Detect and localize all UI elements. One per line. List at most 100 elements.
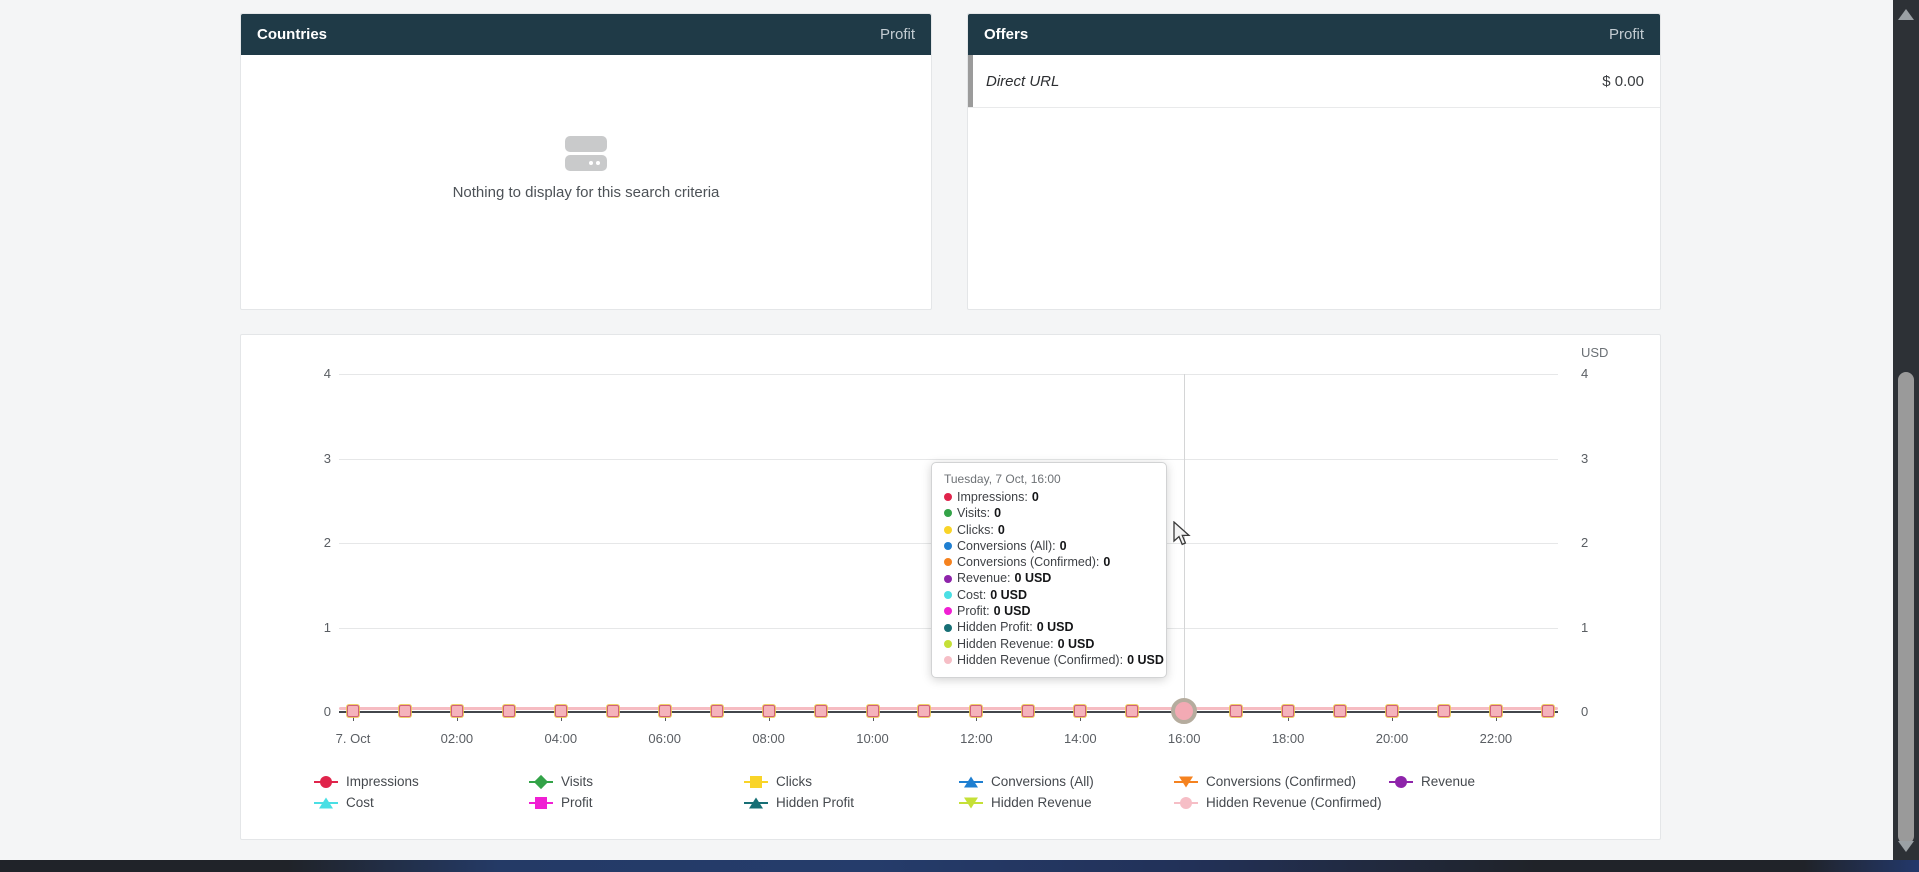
tooltip-metric-label: Revenue: [957,570,1011,586]
legend-item-profit[interactable]: Profit [529,795,744,810]
data-point-marker[interactable] [970,705,982,717]
data-point-marker[interactable] [918,705,930,717]
x-axis-label: 7. Oct [336,731,371,746]
legend-label: Revenue [1421,774,1475,789]
scrollbar-thumb[interactable] [1898,372,1914,844]
y-axis-label-left: 1 [297,620,331,635]
empty-data-icon [565,136,607,171]
x-axis-line [339,711,1558,713]
scroll-down-arrow-icon[interactable] [1898,841,1914,852]
right-axis-title: USD [1581,345,1608,360]
x-axis-label: 22:00 [1480,731,1513,746]
data-point-marker[interactable] [1490,705,1502,717]
y-axis-label-left: 0 [297,704,331,719]
x-axis-label: 14:00 [1064,731,1097,746]
triangle-down-marker-icon [1179,776,1193,787]
data-point-marker[interactable] [1542,705,1554,717]
hovered-point-marker[interactable] [1171,698,1197,724]
data-point-marker[interactable] [1074,705,1086,717]
tooltip-metric-label: Hidden Revenue: [957,636,1054,652]
legend-item-hidden-revenue-confirmed[interactable]: Hidden Revenue (Confirmed) [1174,795,1389,810]
data-point-marker[interactable] [399,705,411,717]
legend-label: Conversions (Confirmed) [1206,774,1356,789]
tooltip-header: Tuesday, 7 Oct, 16:00 [944,471,1154,488]
tooltip-metric-row: Hidden Revenue:0 USD [944,636,1154,652]
data-point-marker[interactable] [555,705,567,717]
x-axis-label: 16:00 [1168,731,1201,746]
series-bullet-icon [944,558,952,566]
legend-label: Conversions (All) [991,774,1094,789]
data-point-marker[interactable] [607,705,619,717]
data-point-marker[interactable] [763,705,775,717]
offers-row-direct-url[interactable]: Direct URL $ 0.00 [968,55,1660,108]
data-point-marker[interactable] [711,705,723,717]
y-gridline [339,374,1558,375]
bottom-taskbar-edge [0,860,1919,872]
tooltip-metric-value: 0 [1103,554,1110,570]
data-point-marker[interactable] [1230,705,1242,717]
legend-item-conversions-all[interactable]: Conversions (All) [959,774,1174,789]
x-axis-label: 18:00 [1272,731,1305,746]
triangle-up-marker-icon [964,776,978,787]
data-point-marker[interactable] [347,705,359,717]
stats-chart-panel: USD 44332211007. Oct02:0004:0006:0008:00… [240,334,1661,840]
data-point-marker[interactable] [1022,705,1034,717]
legend-item-visits[interactable]: Visits [529,774,744,789]
vertical-scrollbar[interactable] [1893,0,1919,860]
series-bullet-icon [944,509,952,517]
series-bullet-icon [944,575,952,583]
tooltip-metric-row: Conversions (Confirmed):0 [944,554,1154,570]
x-axis-label: 20:00 [1376,731,1409,746]
scroll-up-arrow-icon[interactable] [1898,9,1914,20]
legend-label: Impressions [346,774,419,789]
circle-marker-icon [1180,797,1192,809]
legend-item-hidden-revenue[interactable]: Hidden Revenue [959,795,1174,810]
chart-legend: Impressions Visits Clicks Conversions (All)… [314,771,1604,813]
data-point-marker[interactable] [867,705,879,717]
row-accent-bar [968,55,973,107]
legend-label: Hidden Revenue [991,795,1092,810]
tooltip-metric-label: Impressions: [957,489,1028,505]
countries-metric-column: Profit [880,26,915,43]
y-axis-label-left: 3 [297,451,331,466]
x-axis-label: 06:00 [648,731,681,746]
data-point-marker[interactable] [503,705,515,717]
data-point-marker[interactable] [815,705,827,717]
tooltip-metric-label: Conversions (All): [957,538,1056,554]
legend-item-cost[interactable]: Cost [314,795,529,810]
triangle-up-marker-icon [319,797,333,808]
legend-item-clicks[interactable]: Clicks [744,774,959,789]
tooltip-metric-label: Conversions (Confirmed): [957,554,1099,570]
countries-panel-header: Countries Profit [241,14,931,55]
legend-marker [1389,775,1413,789]
data-point-marker[interactable] [1282,705,1294,717]
data-point-marker[interactable] [1386,705,1398,717]
profit-chart: USD 44332211007. Oct02:0004:0006:0008:00… [241,335,1660,839]
data-point-marker[interactable] [659,705,671,717]
data-point-marker[interactable] [1334,705,1346,717]
legend-label: Visits [561,774,593,789]
tooltip-metric-value: 0 USD [1127,652,1164,668]
countries-empty-message: Nothing to display for this search crite… [453,184,720,201]
legend-row: CostProfitHidden Profit Hidden Revenue Hid… [314,792,1604,813]
legend-item-conversions-confirmed[interactable]: Conversions (Confirmed) [1174,774,1389,789]
x-axis-label: 10:00 [856,731,889,746]
data-point-marker[interactable] [1126,705,1138,717]
data-point-marker[interactable] [451,705,463,717]
tooltip-metric-value: 0 USD [994,603,1031,619]
legend-item-impressions[interactable]: Impressions [314,774,529,789]
tooltip-metric-row: Impressions:0 [944,489,1154,505]
legend-item-hidden-profit[interactable]: Hidden Profit [744,795,959,810]
chart-tooltip: Tuesday, 7 Oct, 16:00 Impressions:0Visit… [931,462,1167,678]
offer-name: Direct URL [986,73,1059,90]
legend-marker [314,775,338,789]
legend-item-revenue[interactable]: Revenue [1389,774,1604,789]
mouse-cursor [1172,521,1194,547]
data-point-marker[interactable] [1438,705,1450,717]
tooltip-metric-row: Hidden Profit:0 USD [944,619,1154,635]
x-axis-label: 12:00 [960,731,993,746]
tooltip-metric-value: 0 [994,505,1001,521]
triangle-up-marker-icon [749,797,763,808]
countries-panel-title: Countries [257,26,327,43]
series-bullet-icon [944,607,952,615]
